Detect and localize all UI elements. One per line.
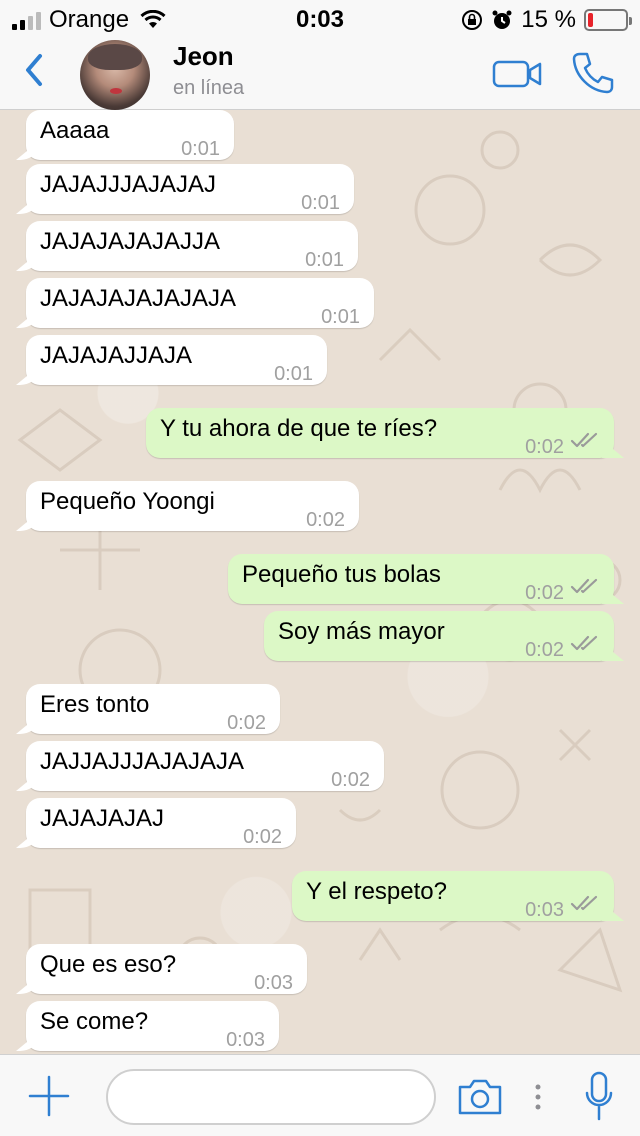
microphone-icon[interactable] (584, 1071, 614, 1123)
avatar[interactable] (80, 40, 150, 110)
message-time: 0:02 (306, 509, 345, 531)
incoming-message[interactable]: Que es eso? 0:03 (26, 944, 307, 994)
message-time: 0:02 (525, 639, 564, 661)
incoming-message[interactable]: Pequeño Yoongi 0:02 (26, 481, 359, 531)
outgoing-message[interactable]: Pequeño tus bolas 0:02 (228, 554, 614, 604)
alarm-icon (492, 10, 512, 29)
message-text: Soy más mayor (278, 618, 445, 645)
incoming-message[interactable]: Aaaaa 0:01 (26, 110, 234, 160)
contact-name[interactable]: Jeon (173, 41, 234, 72)
message-time: 0:02 (243, 826, 282, 848)
more-icon[interactable] (534, 1083, 542, 1111)
incoming-message[interactable]: JAJJAJJJAJAJAJA 0:02 (26, 741, 384, 791)
message-time: 0:02 (525, 436, 564, 458)
incoming-message[interactable]: JAJAJJJAJAJAJ 0:01 (26, 164, 354, 214)
read-receipt-icon (570, 432, 598, 448)
read-receipt-icon (570, 635, 598, 651)
message-text: JAJAJAJAJAJJA (40, 228, 221, 255)
message-text: Pequeño Yoongi (40, 488, 215, 515)
message-time: 0:03 (525, 899, 564, 921)
message-text: Pequeño tus bolas (242, 561, 441, 588)
message-input[interactable] (106, 1069, 436, 1125)
message-text: JAJAJJJAJAJAJ (40, 171, 217, 198)
status-bar: Orange 0:03 15 % (0, 0, 640, 40)
read-receipt-icon (570, 895, 598, 911)
video-call-icon[interactable] (492, 58, 542, 90)
message-text: Se come? (40, 1008, 149, 1035)
camera-icon[interactable] (456, 1077, 504, 1117)
status-right: 15 % (461, 6, 632, 34)
incoming-message[interactable]: JAJAJAJJAJA 0:01 (26, 335, 327, 385)
contact-status: en línea (173, 77, 245, 99)
input-bar (0, 1054, 640, 1136)
message-text: Que es eso? (40, 951, 177, 978)
message-text: JAJAJAJAJ (40, 805, 165, 832)
message-text: Y el respeto? (306, 878, 447, 905)
chat-area[interactable]: Aaaaa 0:01 JAJAJJJAJAJAJ 0:01 JAJAJAJAJAJJA 0… (0, 110, 640, 1054)
message-text: Eres tonto (40, 691, 150, 718)
incoming-message[interactable]: JAJAJAJAJ 0:02 (26, 798, 296, 848)
message-text: JAJJAJJJAJAJAJA (40, 748, 245, 775)
orientation-lock-icon (462, 10, 483, 30)
message-time: 0:03 (226, 1029, 265, 1051)
message-text: JAJAJAJAJAJAJA (40, 285, 237, 312)
incoming-message[interactable]: Eres tonto 0:02 (26, 684, 280, 734)
message-text: Y tu ahora de que te ríes? (160, 415, 438, 442)
chat-header: Jeon en línea (0, 40, 640, 110)
incoming-message[interactable]: JAJAJAJAJAJJA 0:01 (26, 221, 358, 271)
message-text: Aaaaa (40, 117, 110, 144)
message-text: JAJAJAJJAJA (40, 342, 193, 369)
back-icon[interactable] (20, 50, 50, 90)
phone-icon[interactable] (570, 50, 616, 96)
read-receipt-icon (570, 578, 598, 594)
outgoing-message[interactable]: Y tu ahora de que te ríes? 0:02 (146, 408, 614, 458)
message-time: 0:02 (331, 769, 370, 791)
message-time: 0:01 (274, 363, 313, 385)
outgoing-message[interactable]: Y el respeto? 0:03 (292, 871, 614, 921)
battery-percent: 15 % (521, 6, 576, 33)
outgoing-message[interactable]: Soy más mayor 0:02 (264, 611, 614, 661)
battery-level (588, 13, 594, 27)
plus-icon[interactable] (28, 1075, 70, 1117)
incoming-message[interactable]: JAJAJAJAJAJAJA 0:01 (26, 278, 374, 328)
message-time: 0:01 (321, 306, 360, 328)
incoming-message[interactable]: Se come? 0:03 (26, 1001, 279, 1051)
battery-icon (584, 9, 632, 31)
